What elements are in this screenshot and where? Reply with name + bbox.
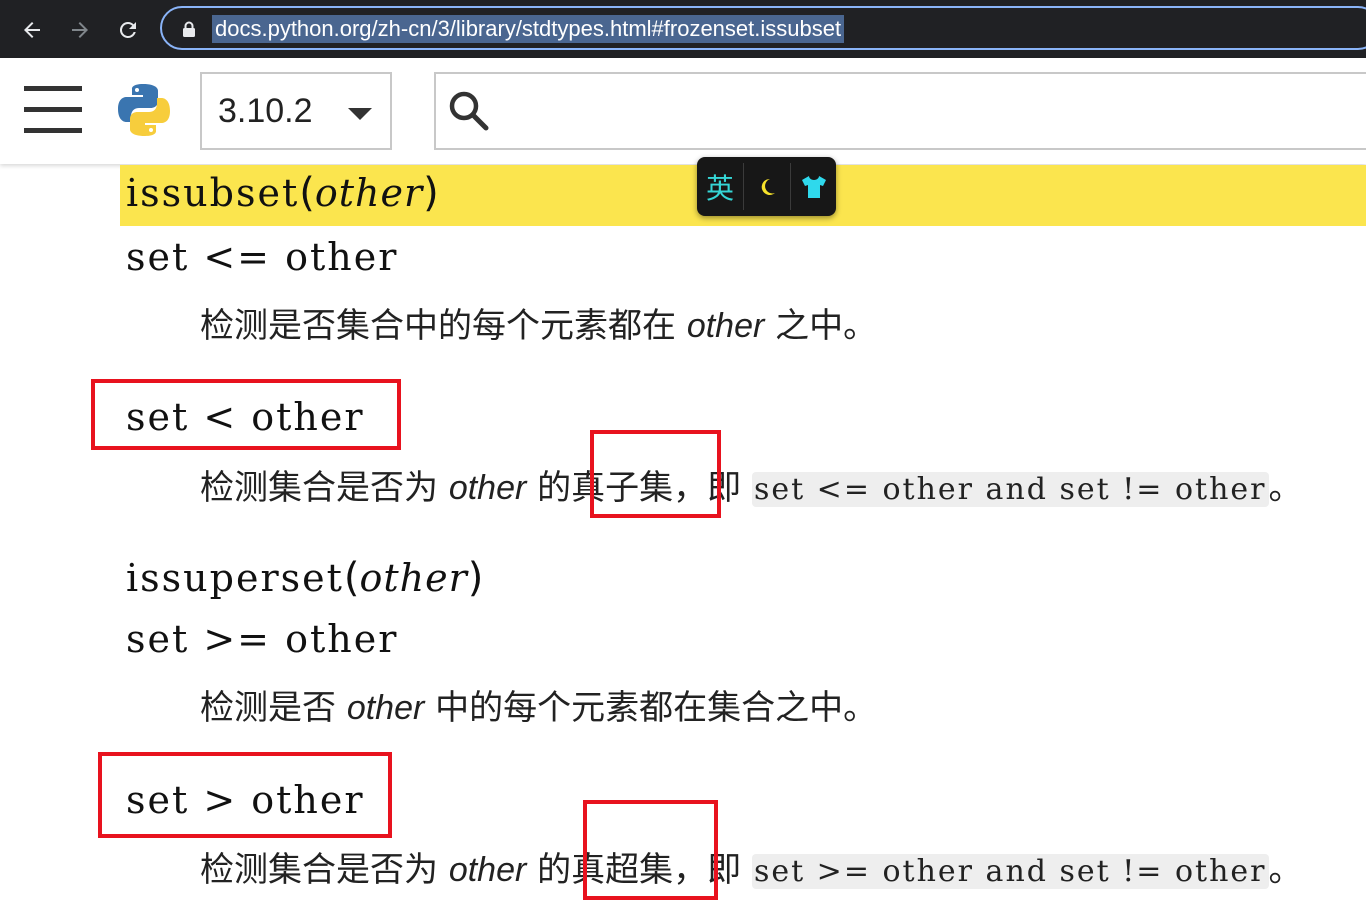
search-icon (449, 91, 489, 131)
operator-signature-le: set <= other (126, 235, 399, 279)
language-label: 英 (705, 171, 734, 205)
menu-icon[interactable] (24, 86, 82, 136)
method-signature-issubset: issubset(other) (126, 170, 439, 216)
address-bar[interactable]: docs.python.org/zh-cn/3/library/stdtypes… (160, 6, 1366, 50)
forward-button[interactable] (64, 14, 96, 46)
language-toggle-button[interactable]: 英 (697, 157, 743, 216)
description-issubset: 检测是否集合中的每个元素都在 other 之中。 (200, 306, 878, 346)
back-button[interactable] (16, 14, 48, 46)
code-snippet: set >= other and set != other (751, 854, 1269, 889)
docs-header: 3.10.2 (0, 58, 1366, 164)
version-select[interactable]: 3.10.2 (200, 72, 392, 150)
description-issuperset: 检测是否 other 中的每个元素都在集合之中。 (200, 688, 878, 728)
lock-icon (183, 21, 195, 37)
description-proper-superset: 检测集合是否为 other 的真超集，即 set >= other and se… (200, 850, 1303, 890)
dark-mode-button[interactable] (744, 157, 790, 216)
arrow-left-icon (24, 22, 40, 38)
method-signature-issuperset: issuperset(other) (126, 555, 484, 601)
reload-icon (119, 21, 136, 38)
moon-icon (761, 178, 775, 195)
code-snippet: set <= other and set != other (751, 472, 1269, 507)
python-logo[interactable] (116, 82, 172, 138)
annotation-box-set-gt (98, 752, 392, 838)
method-name: issubset (126, 171, 300, 215)
url-text[interactable]: docs.python.org/zh-cn/3/library/stdtypes… (212, 15, 845, 43)
chevron-down-icon (348, 108, 372, 120)
search-input[interactable] (434, 72, 1366, 150)
annotation-box-proper-subset (590, 430, 721, 518)
description-proper-subset: 检测集合是否为 other 的真子集，即 set <= other and se… (200, 468, 1303, 508)
method-param: other (314, 171, 424, 215)
annotation-box-set-lt (91, 379, 401, 450)
extension-toolbar: 英 (697, 157, 836, 216)
browser-toolbar: docs.python.org/zh-cn/3/library/stdtypes… (0, 0, 1366, 58)
annotation-box-proper-superset (583, 800, 718, 900)
reload-button[interactable] (112, 14, 144, 46)
method-name: issuperset (126, 556, 344, 600)
arrow-right-icon (72, 22, 88, 38)
theme-button[interactable] (791, 157, 837, 216)
version-value: 3.10.2 (218, 92, 313, 130)
method-param: other (359, 556, 468, 600)
shirt-icon (802, 175, 826, 198)
operator-signature-ge: set >= other (126, 617, 399, 661)
